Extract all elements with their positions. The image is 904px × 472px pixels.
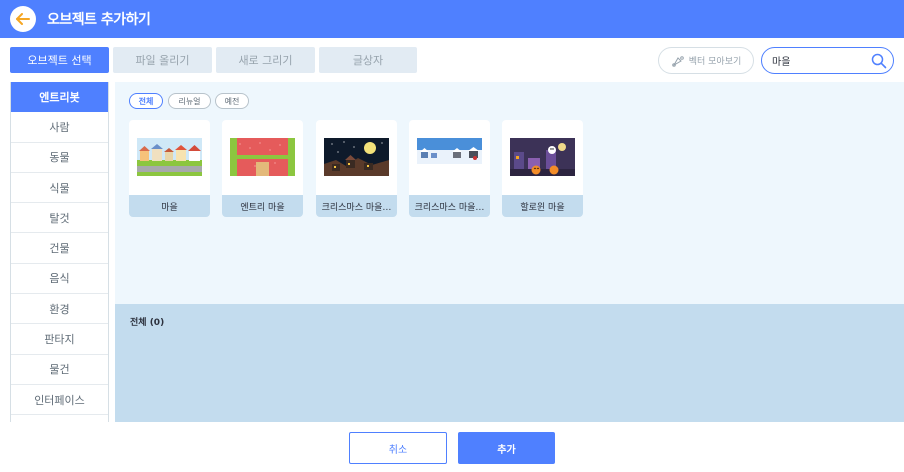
sidebar-item-plants[interactable]: 식물 <box>11 173 108 204</box>
back-arrow-icon <box>16 13 30 25</box>
cancel-button[interactable]: 취소 <box>349 432 447 464</box>
object-card-christmas-snow[interactable]: 크리스마스 마을… <box>409 120 490 217</box>
sidebar-item-food[interactable]: 음식 <box>11 264 108 295</box>
sidebar-item-buildings[interactable]: 건물 <box>11 233 108 264</box>
christmas-snow-thumbnail <box>417 138 482 176</box>
object-card-halloween[interactable]: 할로윈 마을 <box>502 120 583 217</box>
tab-new-drawing[interactable]: 새로 그리기 <box>216 47 315 73</box>
vector-collection-button[interactable]: 벡터 모아보기 <box>658 47 754 74</box>
back-button[interactable] <box>10 6 36 32</box>
sidebar-item-objects[interactable]: 물건 <box>11 355 108 385</box>
filter-old[interactable]: 예전 <box>215 93 249 109</box>
object-card-label: 엔트리 마을 <box>222 195 303 217</box>
halloween-thumbnail <box>510 138 575 176</box>
add-button[interactable]: 추가 <box>458 432 555 464</box>
object-card-village[interactable]: 마을 <box>129 120 210 217</box>
object-card-label: 할로윈 마을 <box>502 195 583 217</box>
tab-text-box[interactable]: 글상자 <box>319 47 417 73</box>
sidebar-item-vehicles[interactable]: 탈것 <box>11 203 108 234</box>
search-field <box>761 47 894 74</box>
filter-renewal[interactable]: 리뉴얼 <box>168 93 211 109</box>
search-input[interactable] <box>772 55 864 66</box>
tab-object-select[interactable]: 오브젝트 선택 <box>10 47 109 73</box>
vector-pen-icon <box>671 55 684 67</box>
object-card-entry-village[interactable]: 엔트리 마을 <box>222 120 303 217</box>
header-bar: 오브젝트 추가하기 <box>0 0 904 38</box>
sidebar-item-entrybot[interactable]: 엔트리봇 <box>11 82 108 113</box>
sidebar-item-animals[interactable]: 동물 <box>11 143 108 173</box>
sidebar-item-fantasy[interactable]: 판타지 <box>11 324 108 355</box>
tab-file-upload[interactable]: 파일 올리기 <box>113 47 212 73</box>
christmas-night-thumbnail <box>324 138 389 176</box>
sidebar-item-people[interactable]: 사람 <box>11 112 108 143</box>
selected-objects-panel: 전체 (0) <box>115 304 904 422</box>
object-card-label: 크리스마스 마을… <box>409 195 490 217</box>
object-card-christmas-night[interactable]: 크리스마스 마을… <box>316 120 397 217</box>
selected-count-title: 전체 (0) <box>130 318 165 328</box>
object-card-label: 마을 <box>129 195 210 217</box>
page-title: 오브젝트 추가하기 <box>47 12 151 28</box>
village-thumbnail <box>137 138 202 176</box>
search-icon[interactable] <box>871 53 887 69</box>
sidebar-item-interface[interactable]: 인터페이스 <box>11 385 108 416</box>
category-sidebar: 엔트리봇 사람 동물 식물 탈것 건물 음식 환경 판타지 물건 인터페이스 <box>10 82 109 422</box>
filter-all[interactable]: 전체 <box>129 93 163 109</box>
object-grid-area: 전체 리뉴얼 예전 마을 엔트리 마을 크리스마스 마을… 크리스마스 마을… … <box>115 82 904 304</box>
entry-village-thumbnail <box>230 138 295 176</box>
sidebar-item-environment[interactable]: 환경 <box>11 294 108 325</box>
object-card-label: 크리스마스 마을… <box>316 195 397 217</box>
vector-collection-label: 벡터 모아보기 <box>688 57 742 67</box>
